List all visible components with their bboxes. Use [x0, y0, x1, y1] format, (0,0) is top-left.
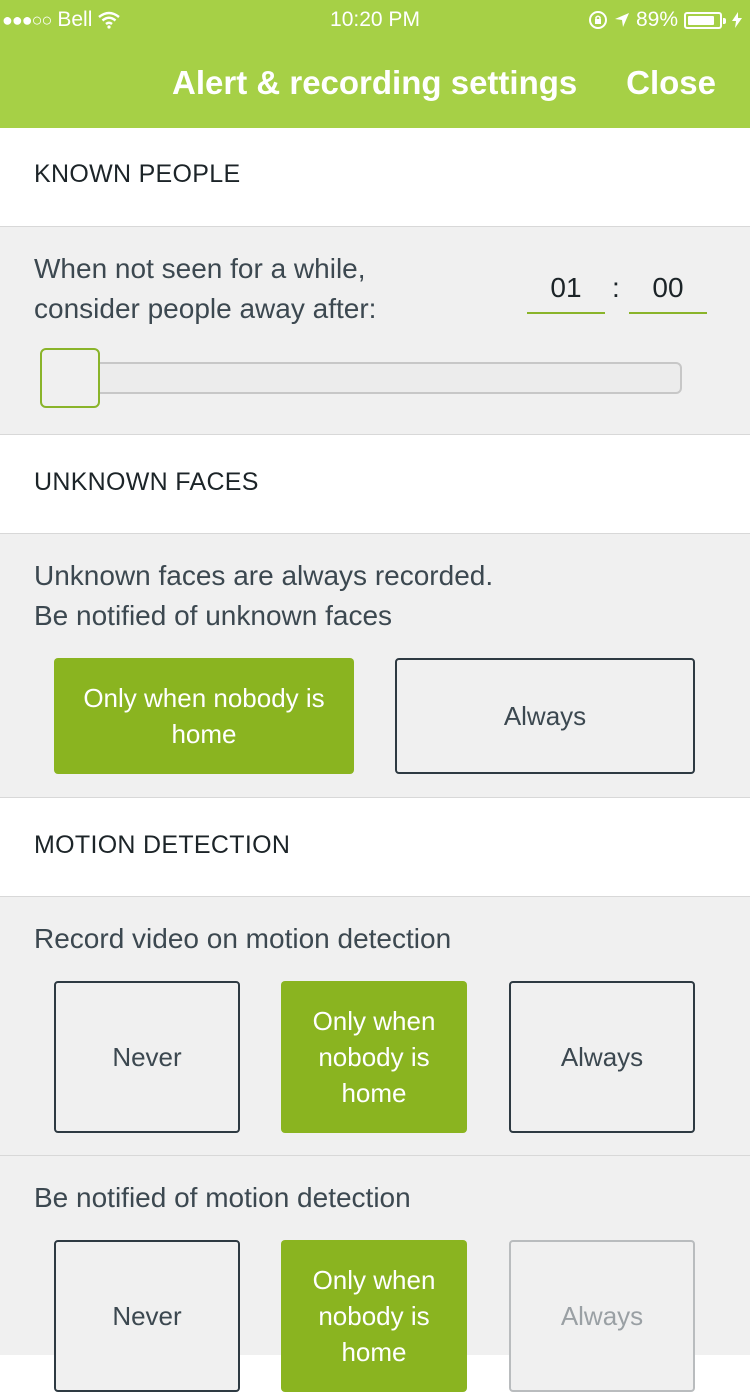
battery-icon — [684, 11, 726, 29]
unknown-faces-line2: Be notified of unknown faces — [34, 600, 393, 631]
record-motion-description: Record video on motion detection — [34, 923, 452, 954]
status-bar: ●●●○○ Bell 10:20 PM 89% — [0, 8, 750, 32]
hours-field[interactable]: 01 — [527, 264, 605, 314]
section-heading: KNOWN PEOPLE — [34, 160, 241, 188]
option-label: Always — [560, 1301, 644, 1331]
minutes-field[interactable]: 00 — [629, 264, 707, 314]
charging-bolt-icon — [732, 12, 742, 28]
unknown-faces-option-nobody-home[interactable]: Only when nobody is home — [54, 658, 354, 774]
unknown-faces-option-always[interactable]: Always — [395, 658, 695, 774]
record-option-always[interactable]: Always — [509, 981, 695, 1133]
away-description-line2: consider people away after: — [34, 293, 377, 324]
away-timeout-panel: When not seen for a while, consider peop… — [0, 226, 750, 435]
close-button[interactable]: Close — [626, 64, 716, 102]
option-label: Only when nobody is home — [312, 1265, 436, 1367]
top-bar: ●●●○○ Bell 10:20 PM 89% Alert & recordin… — [0, 0, 750, 128]
option-label: Only when nobody is home — [83, 683, 325, 749]
notify-motion-description: Be notified of motion detection — [34, 1182, 411, 1213]
time-separator: : — [612, 272, 620, 303]
option-label: Only when nobody is home — [312, 1006, 436, 1108]
rotation-lock-icon — [588, 11, 607, 29]
unknown-faces-panel: Unknown faces are always recorded. Be no… — [0, 533, 750, 798]
option-label: Always — [560, 1042, 644, 1072]
record-motion-panel: Record video on motion detection Never O… — [0, 896, 750, 1156]
away-slider-track[interactable] — [44, 362, 682, 394]
option-label: Always — [503, 701, 587, 731]
page-title: Alert & recording settings — [172, 64, 578, 101]
option-label: Never — [112, 1301, 182, 1331]
notify-motion-panel: Be notified of motion detection Never On… — [0, 1155, 750, 1392]
record-option-never[interactable]: Never — [54, 981, 240, 1133]
section-known-people: KNOWN PEOPLE — [0, 128, 750, 226]
battery-percent: 89% — [635, 8, 678, 31]
notify-option-nobody-home[interactable]: Only when nobody is home — [281, 1240, 467, 1392]
away-slider-thumb[interactable] — [40, 348, 100, 408]
section-heading: UNKNOWN FACES — [34, 468, 259, 496]
record-option-nobody-home[interactable]: Only when nobody is home — [281, 981, 467, 1133]
section-motion-detection: MOTION DETECTION — [0, 798, 750, 896]
notify-option-never[interactable]: Never — [54, 1240, 240, 1392]
away-description-line1: When not seen for a while, — [34, 253, 366, 284]
section-unknown-faces: UNKNOWN FACES — [0, 435, 750, 533]
unknown-faces-line1: Unknown faces are always recorded. — [34, 560, 494, 591]
section-heading: MOTION DETECTION — [34, 831, 291, 859]
notify-option-always[interactable]: Always — [509, 1240, 695, 1392]
location-arrow-icon — [614, 13, 629, 27]
option-label: Never — [112, 1042, 182, 1072]
